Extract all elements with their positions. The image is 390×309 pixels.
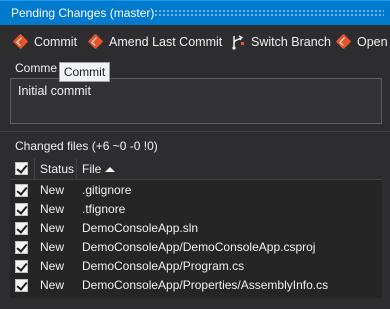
window-title: Pending Changes (master) bbox=[11, 6, 155, 20]
open-button[interactable]: Open A bbox=[335, 31, 390, 53]
file-column-header[interactable]: File bbox=[82, 162, 101, 176]
commit-button[interactable]: Commit bbox=[12, 31, 78, 53]
amend-button-label: Amend Last Commit bbox=[109, 35, 223, 49]
open-button-label: Open A bbox=[357, 35, 390, 49]
tool-window-title-bar[interactable]: Pending Changes (master) bbox=[0, 0, 390, 25]
row-checkbox[interactable] bbox=[15, 241, 28, 254]
grid-header: Status File bbox=[10, 158, 382, 180]
row-status: New bbox=[40, 202, 65, 216]
table-row[interactable]: New .tfignore bbox=[10, 200, 382, 219]
table-row[interactable]: New DemoConsoleApp/Properties/AssemblyIn… bbox=[10, 276, 382, 295]
table-row[interactable]: New DemoConsoleApp/Program.cs bbox=[10, 257, 382, 276]
row-status: New bbox=[40, 278, 65, 292]
status-column-header[interactable]: Status bbox=[40, 162, 74, 176]
git-amend-icon bbox=[87, 33, 104, 50]
title-bar-grip bbox=[154, 9, 384, 16]
column-separator bbox=[76, 158, 77, 180]
row-file: .tfignore bbox=[82, 202, 126, 216]
git-open-icon bbox=[335, 33, 352, 50]
commit-button-label: Commit bbox=[34, 35, 78, 49]
row-checkbox[interactable] bbox=[15, 260, 28, 273]
table-row[interactable]: New DemoConsoleApp.sln bbox=[10, 219, 382, 238]
row-status: New bbox=[40, 221, 65, 235]
sort-ascending-icon bbox=[105, 167, 115, 172]
row-file: DemoConsoleApp/DemoConsoleApp.csproj bbox=[82, 240, 316, 254]
row-status: New bbox=[40, 240, 65, 254]
switch-branch-label: Switch Branch bbox=[251, 35, 331, 49]
section-divider bbox=[0, 131, 390, 132]
row-file: DemoConsoleApp/Properties/AssemblyInfo.c… bbox=[82, 278, 329, 292]
changed-files-heading: Changed files (+6 ~0 -0 !0) bbox=[15, 139, 158, 153]
commit-tooltip: Commit bbox=[59, 62, 110, 82]
switch-branch-icon bbox=[230, 34, 246, 50]
changed-files-grid: Status File New .gitignore New .tfignore… bbox=[10, 158, 382, 298]
switch-branch-button[interactable]: Switch Branch bbox=[230, 31, 331, 53]
row-checkbox[interactable] bbox=[15, 184, 28, 197]
row-status: New bbox=[40, 183, 65, 197]
column-separator bbox=[34, 158, 35, 180]
row-file: .gitignore bbox=[82, 183, 132, 197]
row-checkbox[interactable] bbox=[15, 222, 28, 235]
table-row[interactable]: New DemoConsoleApp/DemoConsoleApp.csproj bbox=[10, 238, 382, 257]
row-checkbox[interactable] bbox=[15, 279, 28, 292]
select-all-checkbox[interactable] bbox=[15, 162, 28, 175]
toolbar: Commit Amend Last Commit Switch Branch O… bbox=[0, 25, 390, 58]
amend-last-commit-button[interactable]: Amend Last Commit bbox=[87, 31, 223, 53]
commit-message-input[interactable]: Initial commit bbox=[10, 78, 382, 124]
row-checkbox[interactable] bbox=[15, 203, 28, 216]
git-commit-icon bbox=[12, 33, 29, 50]
comment-label: Comme bbox=[15, 61, 58, 75]
row-status: New bbox=[40, 259, 65, 273]
table-row[interactable]: New .gitignore bbox=[10, 181, 382, 200]
row-file: DemoConsoleApp/Program.cs bbox=[82, 259, 245, 273]
row-file: DemoConsoleApp.sln bbox=[82, 221, 199, 235]
